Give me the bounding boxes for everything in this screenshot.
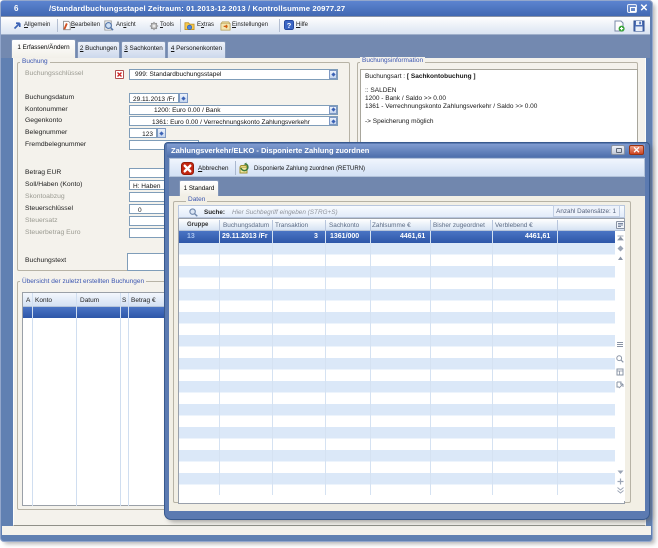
svg-text:?: ? <box>287 21 292 30</box>
